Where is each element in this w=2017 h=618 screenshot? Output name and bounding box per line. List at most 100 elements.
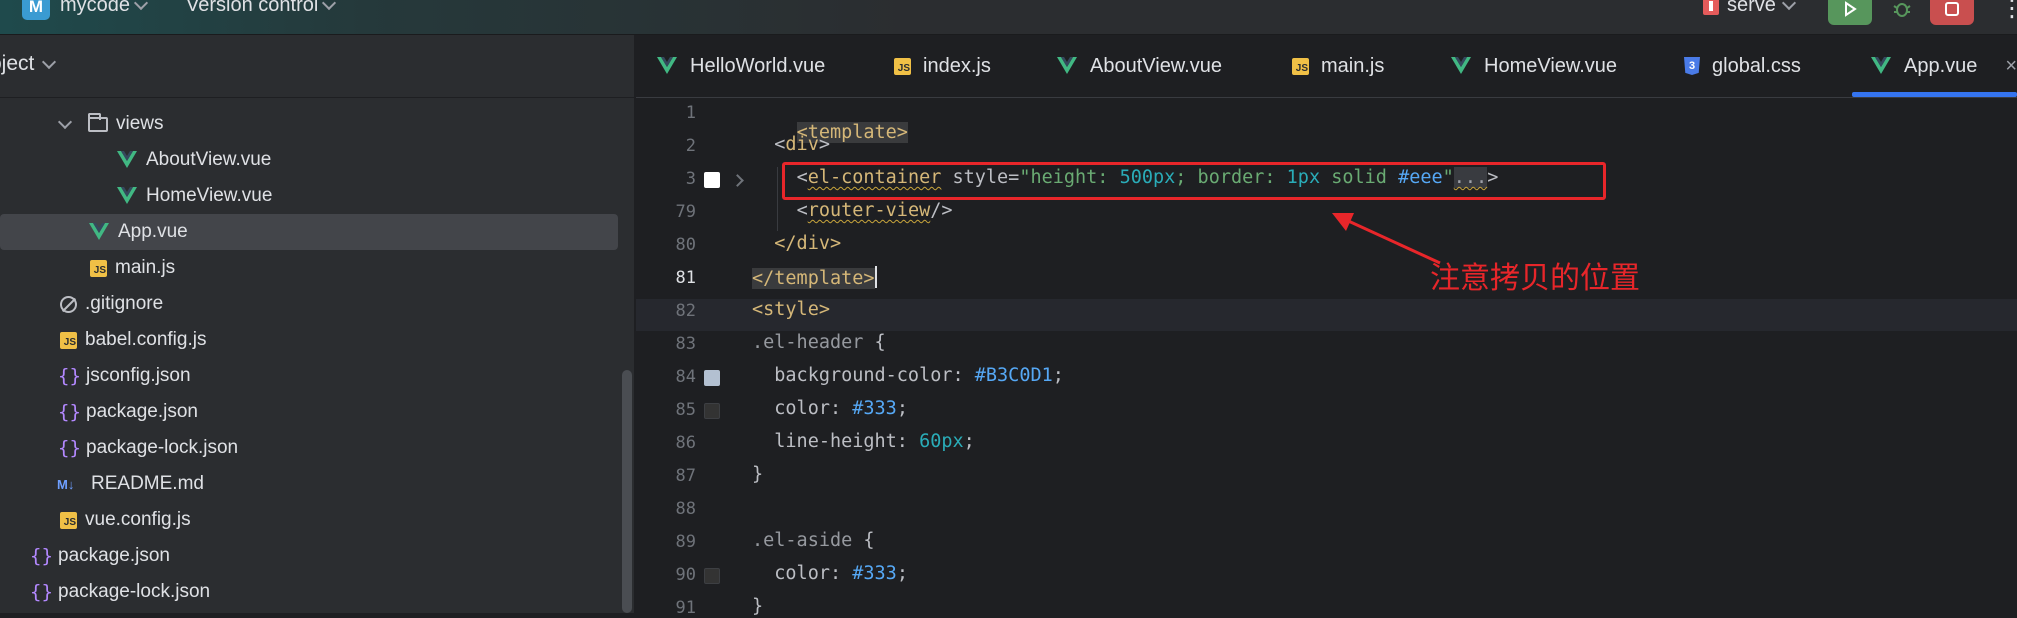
tab-main-js[interactable]: JS main.js	[1292, 49, 1384, 83]
tree-item-views[interactable]: views	[57, 106, 164, 142]
code-token: ;	[896, 563, 908, 584]
tree-item-readme[interactable]: M↓ README.md	[57, 466, 204, 502]
run-icon	[1845, 0, 1857, 17]
run-button[interactable]	[1828, 0, 1872, 25]
tree-item-label: package.json	[58, 545, 170, 566]
run-configuration-selector[interactable]: serve	[1703, 0, 1796, 17]
tab-helloworld-vue[interactable]: HelloWorld.vue	[656, 49, 825, 83]
project-panel-header: oject	[0, 35, 634, 98]
vue-icon	[1871, 57, 1891, 74]
current-line-highlight	[636, 299, 2017, 331]
tab-label: HelloWorld.vue	[690, 54, 826, 77]
color-swatch[interactable]	[704, 172, 720, 188]
json-icon: {}	[30, 581, 53, 603]
vue-icon	[1057, 57, 1077, 74]
chevron-down-icon[interactable]	[57, 114, 73, 129]
project-switcher[interactable]: mycode	[60, 0, 149, 17]
color-swatch[interactable]	[704, 403, 720, 419]
tree-item-label: package-lock.json	[86, 437, 239, 458]
code-token: />	[930, 200, 953, 221]
code-token: .el-aside	[752, 530, 853, 551]
tree-scrollbar[interactable]	[622, 370, 632, 613]
project-view-selector[interactable]: oject	[0, 52, 57, 76]
vue-icon	[117, 187, 137, 204]
code-line-82[interactable]: <style>	[752, 299, 830, 320]
line-number: 91	[675, 598, 696, 618]
code-token: <style>	[752, 299, 830, 320]
tab-app-vue[interactable]: App.vue ×	[1870, 49, 2017, 83]
tree-item-vue-config[interactable]: JS vue.config.js	[60, 502, 191, 538]
tree-item-gitignore[interactable]: .gitignore	[60, 286, 163, 322]
line-number-current: 81	[675, 268, 696, 288]
code-token: {	[863, 332, 886, 353]
fold-expand-icon[interactable]	[731, 174, 744, 187]
code-token: }	[752, 464, 764, 485]
tree-item-aboutview[interactable]: AboutView.vue	[116, 142, 271, 178]
tab-homeview-vue[interactable]: HomeView.vue	[1450, 49, 1617, 83]
color-swatch[interactable]	[704, 370, 720, 386]
tree-item-root-package-json[interactable]: {} package.json	[30, 538, 170, 574]
code-line-84[interactable]: background-color: #B3C0D1;	[752, 365, 1064, 386]
project-badge[interactable]: M	[22, 0, 50, 20]
json-icon: {}	[30, 545, 53, 567]
code-token: .el-header	[752, 332, 864, 353]
tab-index-js[interactable]: JS index.js	[894, 49, 991, 83]
code-line-83[interactable]: .el-header {	[752, 332, 886, 353]
chevron-down-icon	[1781, 0, 1796, 11]
tree-item-label: App.vue	[118, 221, 188, 242]
json-icon: {}	[58, 437, 81, 459]
code-line-89[interactable]: .el-aside {	[752, 530, 875, 551]
code-token: >	[818, 134, 830, 155]
tree-item-jsconfig[interactable]: {} jsconfig.json	[58, 358, 191, 394]
code-line-85[interactable]: color: #333;	[752, 398, 908, 419]
color-swatch[interactable]	[704, 568, 720, 584]
code-line-80[interactable]: </div>	[752, 233, 841, 254]
tree-item-package-lock[interactable]: {} package-lock.json	[58, 430, 238, 466]
tree-item-label: views	[116, 113, 164, 134]
code-token: router-view	[807, 200, 931, 221]
tab-aboutview-vue[interactable]: AboutView.vue	[1056, 49, 1222, 83]
tab-global-css[interactable]: 3 global.css	[1684, 49, 1801, 83]
code-line-86[interactable]: line-height: 60px;	[752, 431, 975, 452]
code-line-87[interactable]: }	[752, 464, 763, 485]
folder-icon	[88, 112, 108, 132]
stop-button[interactable]	[1930, 0, 1974, 25]
tree-item-label: package.json	[86, 401, 198, 422]
annotation-text: 注意拷贝的位置	[1430, 261, 1640, 296]
tree-item-homeview[interactable]: HomeView.vue	[116, 178, 272, 214]
debug-button[interactable]	[1880, 0, 1924, 25]
tab-label: AboutView.vue	[1090, 54, 1222, 77]
annotation-highlight-box	[782, 162, 1606, 200]
close-icon[interactable]: ×	[2005, 55, 2017, 78]
vcs-menu[interactable]: Version control	[186, 0, 337, 17]
code-token: 60px	[919, 431, 964, 452]
json-icon: {}	[58, 401, 81, 423]
tree-item-app-vue[interactable]: App.vue	[0, 214, 618, 250]
tab-label: global.css	[1712, 54, 1801, 77]
panel-title: oject	[0, 52, 35, 75]
code-token: background-color:	[752, 365, 975, 386]
tree-item-package-json[interactable]: {} package.json	[58, 394, 198, 430]
tree-item-babel-config[interactable]: JS babel.config.js	[60, 322, 206, 358]
run-config-label: serve	[1727, 0, 1776, 16]
tree-item-label: package-lock.json	[58, 581, 211, 602]
js-icon: JS	[60, 331, 77, 349]
code-editor[interactable]: HelloWorld.vue JS index.js AboutView.vue…	[636, 35, 2017, 618]
code-line-2[interactable]: <div>	[752, 134, 830, 155]
more-actions-button[interactable]: ⋮	[2000, 0, 2017, 23]
code-line-90[interactable]: color: #333;	[752, 563, 908, 584]
tree-item-root-package-lock[interactable]: {} package-lock.json	[30, 574, 210, 610]
bug-icon	[1893, 2, 1911, 17]
vue-icon	[117, 151, 137, 168]
chevron-down-icon	[42, 54, 57, 69]
js-icon: JS	[1292, 57, 1309, 75]
code-token: </div>	[774, 233, 842, 254]
editor-tab-bar: HelloWorld.vue JS index.js AboutView.vue…	[636, 35, 2017, 98]
code-line-91[interactable]: }	[752, 596, 763, 617]
code-token: ;	[1052, 365, 1064, 386]
tree-item-main-js[interactable]: JS main.js	[90, 250, 175, 286]
code-line-81[interactable]: </template>	[752, 266, 877, 289]
code-line-79[interactable]: <router-view/>	[752, 200, 953, 221]
tree-item-label: vue.config.js	[85, 509, 191, 530]
tree-item-label: jsconfig.json	[86, 365, 191, 386]
